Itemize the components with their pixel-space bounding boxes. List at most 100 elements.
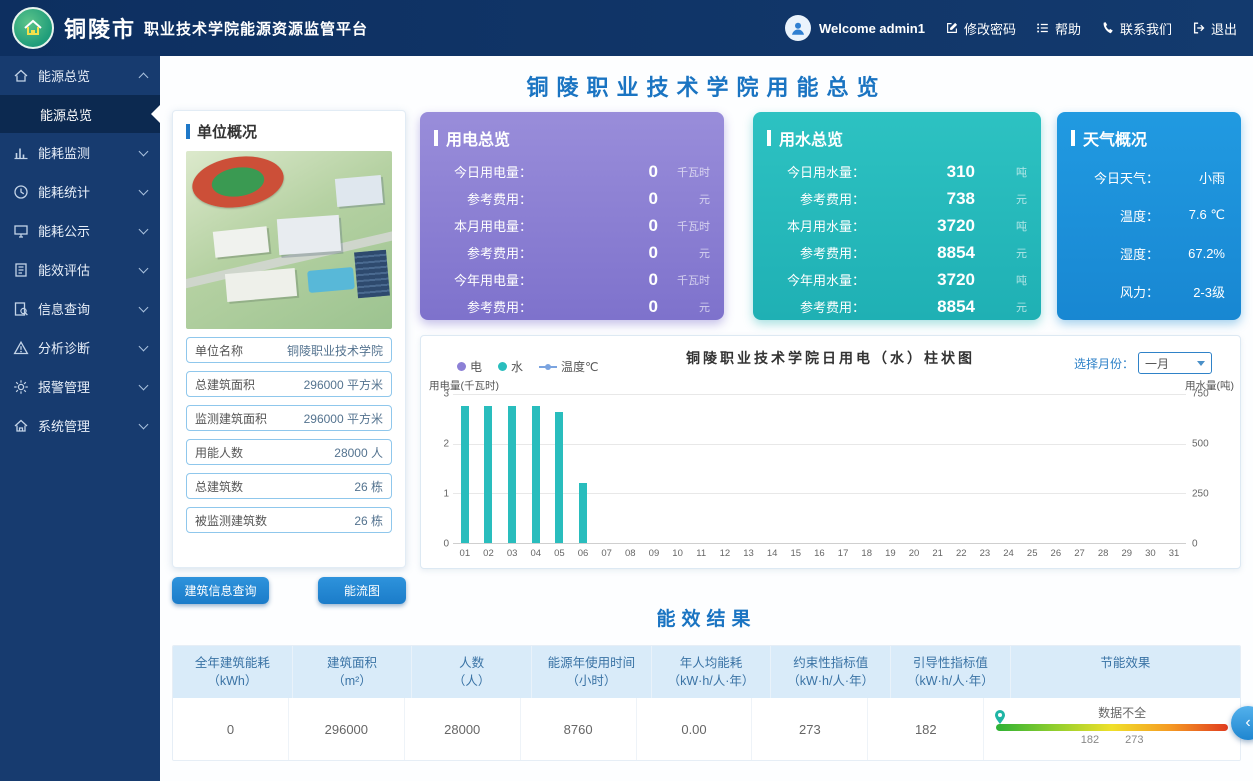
stat-row: 参考费用： 8854 元 [753, 293, 1041, 320]
efficiency-table-header: 全年建筑能耗 （kWh） 建筑面积 （m²） 人数 （人） 能源年使用 [173, 646, 1240, 698]
bar-chart-icon [13, 145, 29, 161]
efficiency-values: 02960002800087600.00273182 [173, 698, 984, 760]
sidebar-item-energy-statistics[interactable]: 能耗统计 [0, 172, 160, 211]
top-header: 铜陵市 职业技术学院能源资源监管平台 Welcome admin1 修改密码 帮… [0, 0, 1253, 56]
sidebar-item-energy-evaluation[interactable]: 能效评估 [0, 250, 160, 289]
chevron-down-icon [139, 419, 149, 429]
logout-button[interactable]: 退出 [1192, 19, 1237, 38]
phone-icon [1101, 21, 1115, 35]
clock-icon [13, 184, 29, 200]
header-title-city: 铜陵市 [64, 12, 136, 44]
efficiency-table-row: 02960002800087600.00273182 数据不全 182 273 [173, 698, 1240, 760]
chevron-down-icon [139, 224, 149, 234]
energy-flow-button[interactable]: 能流图 [318, 577, 406, 604]
contact-us-button[interactable]: 联系我们 [1101, 19, 1172, 38]
table-cell: 0 [173, 698, 289, 760]
chart-bar [579, 483, 587, 543]
x-tick: 21 [926, 548, 950, 559]
sidebar-item-analysis-diagnosis[interactable]: 分析诊断 [0, 328, 160, 367]
weather-rows: 今日天气： 小雨 温度： 7.6 ℃ 湿度： 67.2% 风力： [1057, 158, 1241, 310]
table-cell: 182 [868, 698, 984, 760]
x-tick: 29 [1115, 548, 1139, 559]
header-title-sub: 职业技术学院能源资源监管平台 [144, 18, 368, 39]
table-cell: 296000 [289, 698, 405, 760]
legend-electricity[interactable]: 电 [457, 358, 482, 375]
x-tick: 26 [1044, 548, 1068, 559]
home-icon [13, 68, 29, 84]
stat-row: 今日用电量： 0 千瓦时 [420, 158, 724, 185]
stat-row: 今年用水量： 3720 吨 [753, 266, 1041, 293]
platform-logo-icon [12, 7, 54, 49]
y-tick: 1 [425, 489, 449, 500]
chevron-down-icon [139, 263, 149, 273]
x-tick: 13 [737, 548, 761, 559]
legend-temperature[interactable]: 温度℃ [539, 358, 598, 375]
sidebar-item-energy-monitoring[interactable]: 能耗监测 [0, 133, 160, 172]
table-cell: 0.00 [637, 698, 753, 760]
x-tick: 19 [879, 548, 903, 559]
y-tick: 2 [425, 439, 449, 450]
x-tick: 27 [1068, 548, 1092, 559]
active-marker-arrow [151, 105, 160, 123]
system-home-icon [13, 418, 29, 434]
x-tick: 22 [949, 548, 973, 559]
monitor-icon [13, 223, 29, 239]
unit-panel-title: 单位概况 [186, 121, 392, 142]
water-overview-card: 用水总览 今日用水量： 310 吨 参考费用： 738 元 [753, 112, 1041, 320]
effect-status-text: 数据不全 [996, 704, 1228, 721]
chevron-down-icon [139, 380, 149, 390]
chevron-up-icon [139, 73, 149, 83]
weather-overview-card: 天气概况 今日天气： 小雨 温度： 7.6 ℃ 湿度： 67.2 [1057, 112, 1241, 320]
x-axis-labels: 0102030405060708091011121314151617181920… [453, 548, 1186, 559]
column-header: 引导性指标值 （kW·h/人·年） [891, 646, 1011, 698]
chart-plot [453, 394, 1186, 544]
weather-row: 今日天气： 小雨 [1057, 158, 1241, 196]
chevron-down-icon [139, 302, 149, 312]
month-select[interactable]: 一月 [1138, 352, 1212, 374]
search-doc-icon [13, 301, 29, 317]
y-tick: 500 [1192, 439, 1224, 450]
legend-water[interactable]: 水 [498, 358, 523, 375]
effect-gradient-bar [996, 724, 1228, 731]
y-tick: 0 [425, 539, 449, 550]
sidebar-subitem-energy-overview[interactable]: 能源总览 [0, 95, 160, 133]
building-info-query-button[interactable]: 建筑信息查询 [172, 577, 269, 604]
x-tick: 20 [902, 548, 926, 559]
column-header: 年人均能耗 （kW·h/人·年） [652, 646, 772, 698]
stat-row: 参考费用： 0 元 [420, 293, 724, 320]
sidebar-item-info-query[interactable]: 信息查询 [0, 289, 160, 328]
x-tick: 24 [997, 548, 1021, 559]
weather-row: 温度： 7.6 ℃ [1057, 196, 1241, 234]
sidebar-item-alarm-management[interactable]: 报警管理 [0, 367, 160, 406]
stat-row: 本月用水量： 3720 吨 [753, 212, 1041, 239]
x-tick: 31 [1162, 548, 1186, 559]
x-tick: 06 [571, 548, 595, 559]
x-tick: 18 [855, 548, 879, 559]
logout-icon [1192, 21, 1206, 35]
help-button[interactable]: 帮助 [1036, 19, 1081, 38]
daily-usage-chart-panel: 铜陵职业技术学院日用电（水）柱状图 电 水 温度℃ 选择月份： 一月 [420, 335, 1241, 569]
chart-legend: 电 水 温度℃ [457, 358, 599, 375]
water-rows: 今日用水量： 310 吨 参考费用： 738 元 本月用水量： 3720 吨 [753, 158, 1041, 320]
unit-field: 用能人数 28000 人 [186, 439, 392, 465]
chart-bar [461, 406, 469, 543]
water-card-title: 用水总览 [753, 122, 1041, 158]
user-avatar[interactable] [785, 15, 811, 41]
sidebar-item-system-management[interactable]: 系统管理 [0, 406, 160, 445]
effect-high-value: 273 [1125, 734, 1143, 746]
x-tick: 25 [1020, 548, 1044, 559]
help-icon [1036, 21, 1050, 35]
column-header: 能源年使用时间 （小时） [532, 646, 652, 698]
campus-photo [186, 151, 392, 329]
change-password-button[interactable]: 修改密码 [945, 19, 1016, 38]
chevron-down-icon [1197, 361, 1205, 366]
sidebar-item-energy-overview[interactable]: 能源总览 [0, 56, 160, 95]
table-cell: 28000 [405, 698, 521, 760]
chart-bar [508, 406, 516, 543]
sidebar-item-energy-publicity[interactable]: 能耗公示 [0, 211, 160, 250]
x-tick: 04 [524, 548, 548, 559]
header-right: Welcome admin1 修改密码 帮助 联系我们 退出 [785, 15, 1253, 41]
stat-row: 参考费用： 8854 元 [753, 239, 1041, 266]
y-tick: 250 [1192, 489, 1224, 500]
warning-icon [13, 340, 29, 356]
